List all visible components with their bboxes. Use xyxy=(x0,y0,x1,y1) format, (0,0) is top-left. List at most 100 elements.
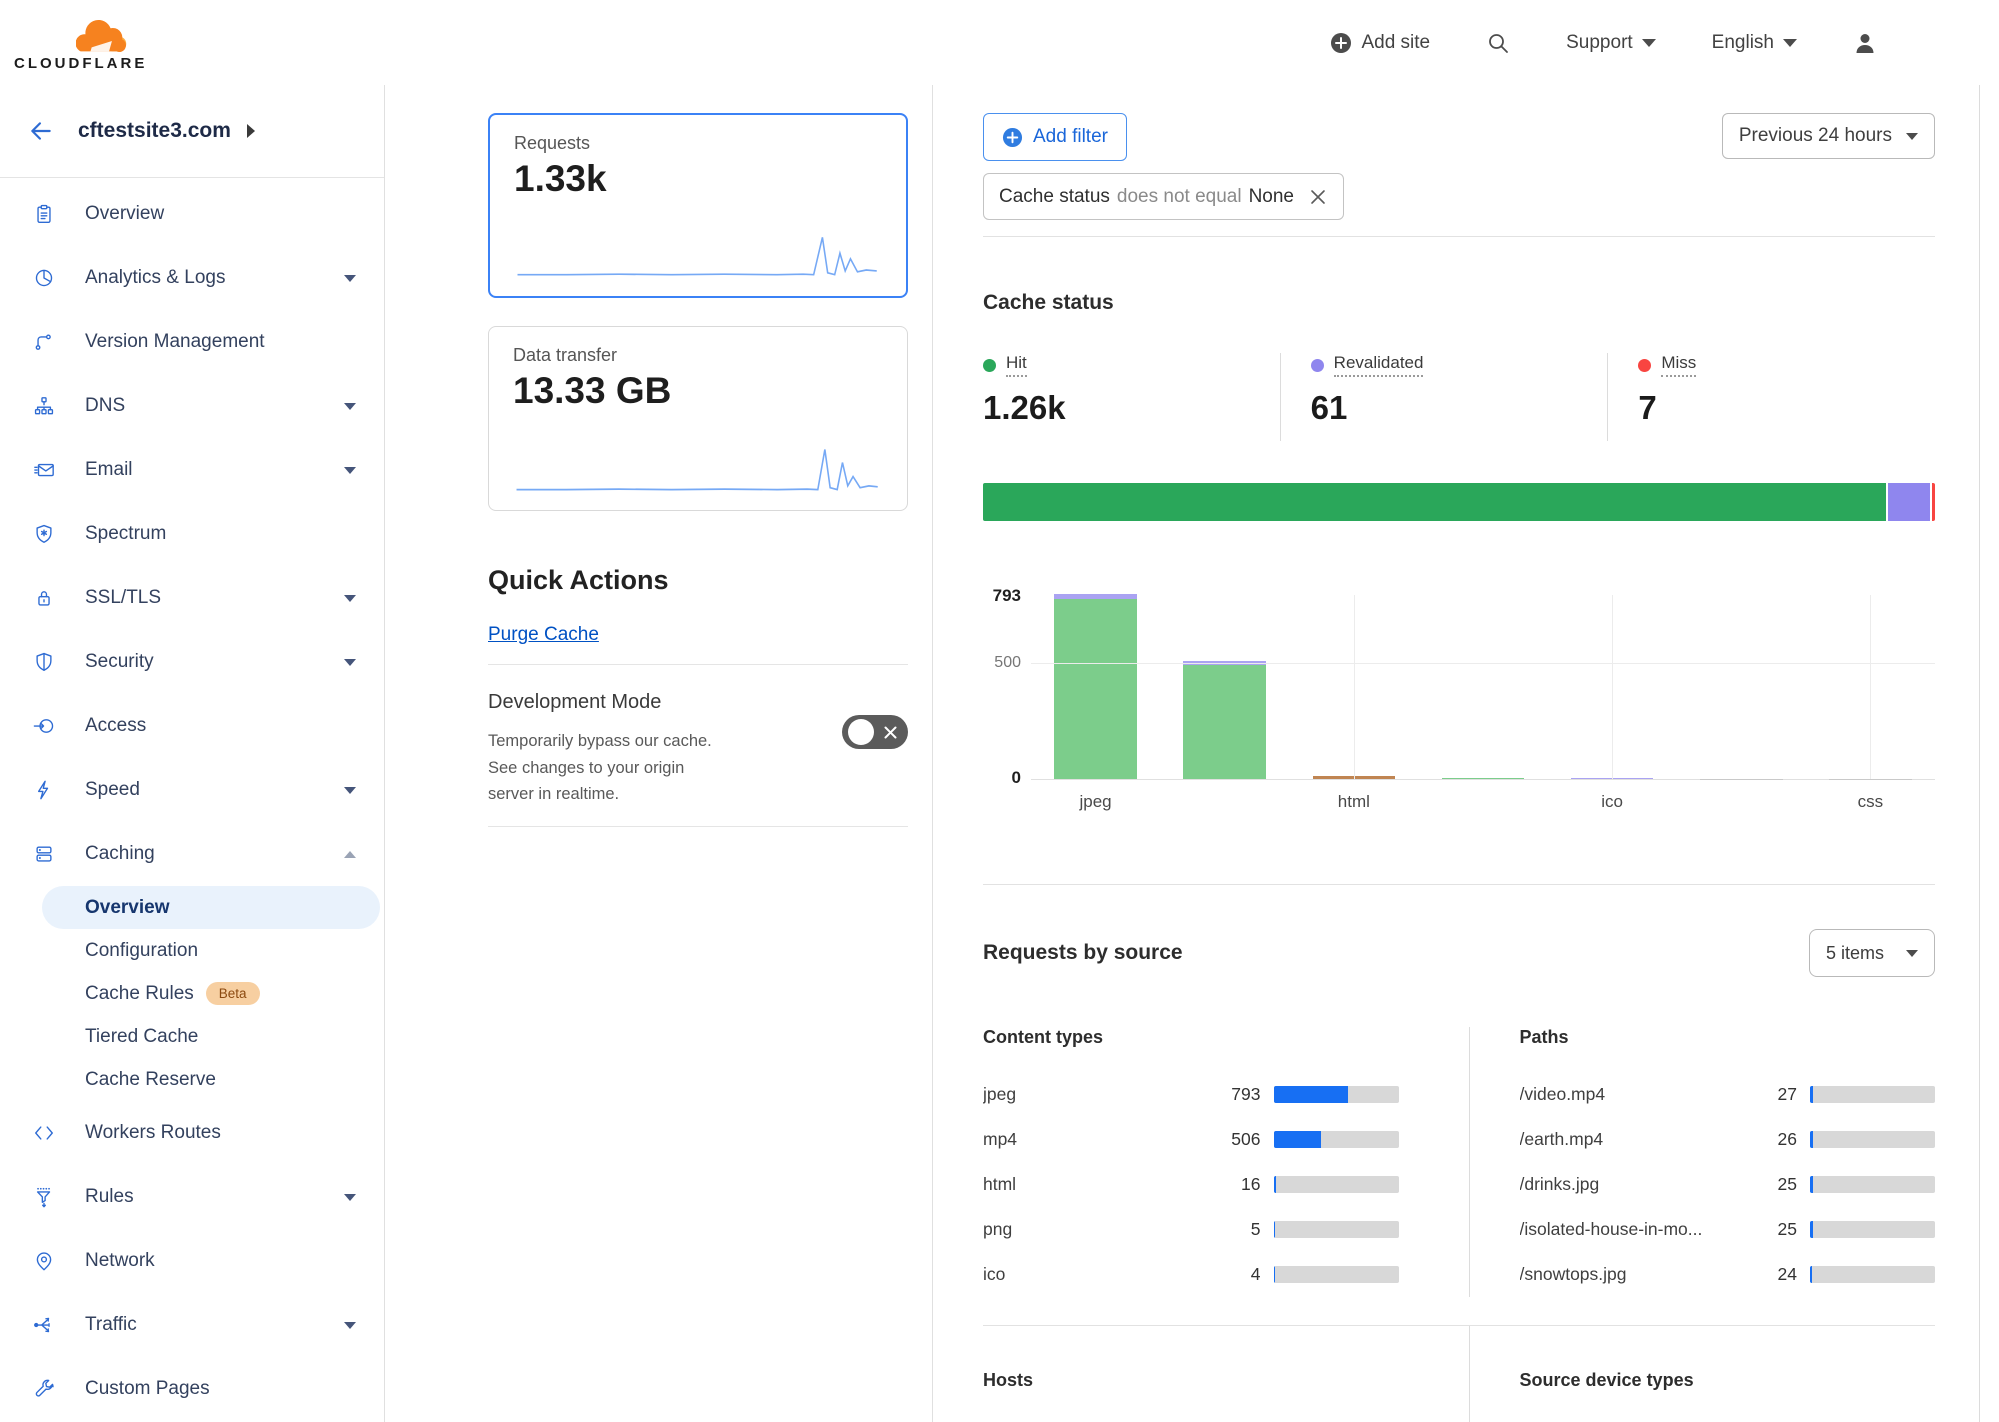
value-bar xyxy=(1274,1086,1399,1103)
sidebar-item-label: Rules xyxy=(85,1186,134,1208)
chevron-down-icon xyxy=(344,659,356,666)
user-menu[interactable] xyxy=(1853,31,1877,55)
revalidated-label[interactable]: Revalidated xyxy=(1334,353,1424,377)
bar-slot xyxy=(1160,595,1289,779)
miss-label[interactable]: Miss xyxy=(1661,353,1696,377)
table-row[interactable]: /earth.mp4 26 xyxy=(1520,1117,1936,1162)
language-menu[interactable]: English xyxy=(1712,32,1797,54)
cache-status-section: Cache status Hit 1.26k Revalidated 61 xyxy=(983,237,1935,812)
sidebar-item-dns[interactable]: DNS xyxy=(0,374,384,438)
add-site-label: Add site xyxy=(1361,32,1430,54)
sidebar-item-rules[interactable]: Rules xyxy=(0,1165,384,1229)
sidebar-item-workers-routes[interactable]: Workers Routes xyxy=(0,1101,384,1165)
table-row[interactable]: /drinks.jpg 25 xyxy=(1520,1162,1936,1207)
remove-filter-icon[interactable] xyxy=(1308,187,1328,207)
y-axis-tick: 500 xyxy=(994,654,1021,672)
sidebar-item-label: Custom Pages xyxy=(85,1378,210,1400)
table-row[interactable]: html 16 xyxy=(983,1162,1399,1207)
toggle-knob xyxy=(848,719,874,745)
chart-y-axis: 7935000 xyxy=(983,595,1031,780)
value-bar xyxy=(1274,1131,1399,1148)
table-row[interactable]: cftestsite3.com 1.33k xyxy=(983,1415,1399,1422)
sidebar-item-label: Access xyxy=(85,715,146,737)
sidebar-item-custom-pages[interactable]: Custom Pages xyxy=(0,1357,384,1421)
paths-column: Paths /video.mp4 27 /earth.mp4 26 /drink… xyxy=(1469,1027,1936,1297)
time-range-label: Previous 24 hours xyxy=(1739,125,1892,147)
sidebar-subitem-cache-rules[interactable]: Cache Rules Beta xyxy=(0,972,384,1015)
search-icon xyxy=(1486,31,1510,55)
data-transfer-label: Data transfer xyxy=(513,345,883,366)
pie-chart-icon xyxy=(33,267,55,289)
items-count-select[interactable]: 5 items xyxy=(1809,929,1935,977)
sidebar-item-version-management[interactable]: Version Management xyxy=(0,310,384,374)
filter-chip[interactable]: Cache status does not equal None xyxy=(983,173,1344,220)
value-bar xyxy=(1810,1266,1935,1283)
cache-status-stacked-bar xyxy=(983,483,1935,521)
table-row[interactable]: /isolated-house-in-mo... 25 xyxy=(1520,1207,1936,1252)
bar-segment-hit xyxy=(1183,665,1266,779)
sidebar-subitem-tiered-cache[interactable]: Tiered Cache xyxy=(0,1015,384,1058)
sidebar-item-traffic[interactable]: Traffic xyxy=(0,1293,384,1357)
search-button[interactable] xyxy=(1486,31,1510,55)
bar-segment-hit xyxy=(1442,778,1525,779)
value-bar xyxy=(1810,1221,1935,1238)
bar-slot xyxy=(1418,595,1547,779)
miss-dot-icon xyxy=(1638,359,1651,372)
table-row[interactable]: mp4 506 xyxy=(983,1117,1399,1162)
requests-card[interactable]: Requests 1.33k xyxy=(488,113,908,298)
server-stack-icon xyxy=(33,843,55,865)
sidebar-item-network[interactable]: Network xyxy=(0,1229,384,1293)
sidebar-item-caching[interactable]: Caching xyxy=(0,822,384,886)
sidebar-item-overview[interactable]: Overview xyxy=(0,182,384,246)
requests-label: Requests xyxy=(514,133,882,154)
x-axis-label xyxy=(1160,792,1289,812)
chevron-right-icon[interactable] xyxy=(247,124,255,138)
divider xyxy=(488,826,908,827)
table-row[interactable]: /video.mp4 27 xyxy=(1520,1072,1936,1117)
table-row[interactable]: /snowtops.jpg 24 xyxy=(1520,1252,1936,1297)
cache-status-bar-chart: 7935000 xyxy=(983,595,1935,780)
table-row[interactable]: Desktop 1.33k xyxy=(1520,1415,1936,1422)
stacked-segment-revalidated xyxy=(1886,483,1930,521)
sidebar-subitem-caching-overview[interactable]: Overview xyxy=(42,886,380,929)
sidebar-item-analytics-logs[interactable]: Analytics & Logs xyxy=(0,246,384,310)
requests-by-source-section: Requests by source 5 items Content types… xyxy=(983,885,1935,1422)
bar-slot xyxy=(1031,595,1160,779)
value-bar xyxy=(1810,1086,1935,1103)
hit-label[interactable]: Hit xyxy=(1006,353,1027,377)
table-row[interactable]: ico 4 xyxy=(983,1252,1399,1297)
cloudflare-wordmark: CLOUDFLARE xyxy=(14,55,147,72)
requests-by-source-title: Requests by source xyxy=(983,941,1183,965)
content-types-heading: Content types xyxy=(983,1027,1399,1048)
sidebar-item-security[interactable]: Security xyxy=(0,630,384,694)
add-site-button[interactable]: Add site xyxy=(1330,32,1430,54)
purge-cache-link[interactable]: Purge Cache xyxy=(488,624,599,646)
data-transfer-card[interactable]: Data transfer 13.33 GB xyxy=(488,326,908,511)
back-arrow-icon[interactable] xyxy=(28,118,54,144)
sidebar-item-label: Workers Routes xyxy=(85,1122,221,1144)
table-row[interactable]: jpeg 793 xyxy=(983,1072,1399,1117)
stacked-segment-miss xyxy=(1930,483,1935,521)
sidebar-item-access[interactable]: Access xyxy=(0,694,384,758)
support-menu[interactable]: Support xyxy=(1566,32,1656,54)
chevron-down-icon xyxy=(344,1194,356,1201)
sidebar-subitem-configuration[interactable]: Configuration xyxy=(0,929,384,972)
x-axis-label: html xyxy=(1289,792,1418,812)
sidebar-subitem-cache-reserve[interactable]: Cache Reserve xyxy=(0,1058,384,1101)
sidebar-item-speed[interactable]: Speed xyxy=(0,758,384,822)
chevron-down-icon xyxy=(1642,39,1656,47)
sidebar-item-email[interactable]: Email xyxy=(0,438,384,502)
summary-panel: Requests 1.33k Data transfer 13.33 GB Qu… xyxy=(385,85,933,1422)
development-mode-toggle[interactable] xyxy=(842,715,908,749)
sidebar-item-spectrum[interactable]: Spectrum xyxy=(0,502,384,566)
requests-sparkline xyxy=(514,228,882,284)
data-transfer-value: 13.33 GB xyxy=(513,370,883,412)
value-bar xyxy=(1274,1221,1399,1238)
sidebar-item-ssl-tls[interactable]: SSL/TLS xyxy=(0,566,384,630)
time-range-select[interactable]: Previous 24 hours xyxy=(1722,113,1935,159)
table-row[interactable]: png 5 xyxy=(983,1207,1399,1252)
add-filter-button[interactable]: Add filter xyxy=(983,113,1127,161)
chart-plot-area xyxy=(1031,595,1935,780)
plus-circle-icon xyxy=(1330,32,1352,54)
development-mode-block: Development Mode Temporarily bypass our … xyxy=(488,691,908,808)
